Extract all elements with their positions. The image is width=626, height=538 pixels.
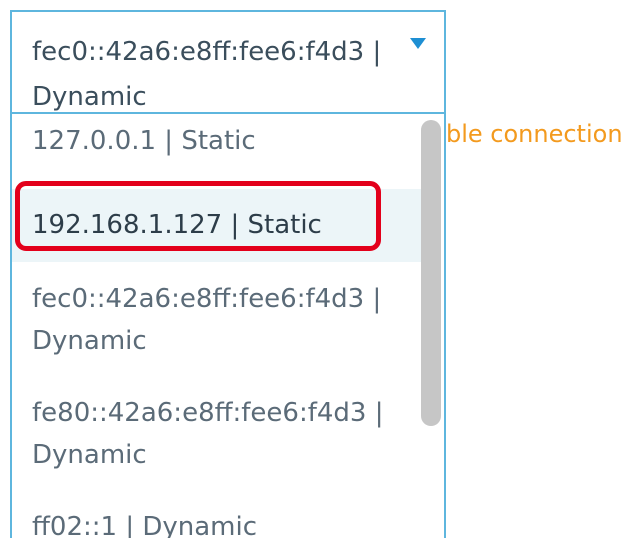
ip-address-dropdown-list[interactable]: 127.0.0.1 | Static 192.168.1.127 | Stati… xyxy=(10,112,446,538)
scrollbar-thumb[interactable] xyxy=(421,120,441,426)
background-hint-text: ble connection xyxy=(446,120,623,148)
option-ff02-dynamic[interactable]: ff02::1 | Dynamic xyxy=(12,506,424,538)
page: ble connection fec0::42a6:e8ff:fee6:f4d3… xyxy=(0,0,626,538)
option-127-0-0-1[interactable]: 127.0.0.1 | Static xyxy=(12,120,424,162)
caret-down-icon[interactable] xyxy=(410,38,426,49)
ip-address-select[interactable]: fec0::42a6:e8ff:fee6:f4d3 | Dynamic xyxy=(10,10,446,112)
option-192-168-1-127[interactable]: 192.168.1.127 | Static xyxy=(12,189,424,262)
option-fec0-dynamic[interactable]: fec0::42a6:e8ff:fee6:f4d3 | Dynamic xyxy=(12,278,424,362)
select-value: fec0::42a6:e8ff:fee6:f4d3 | Dynamic xyxy=(32,37,382,112)
option-fe80-dynamic[interactable]: fe80::42a6:e8ff:fee6:f4d3 | Dynamic xyxy=(12,392,424,476)
